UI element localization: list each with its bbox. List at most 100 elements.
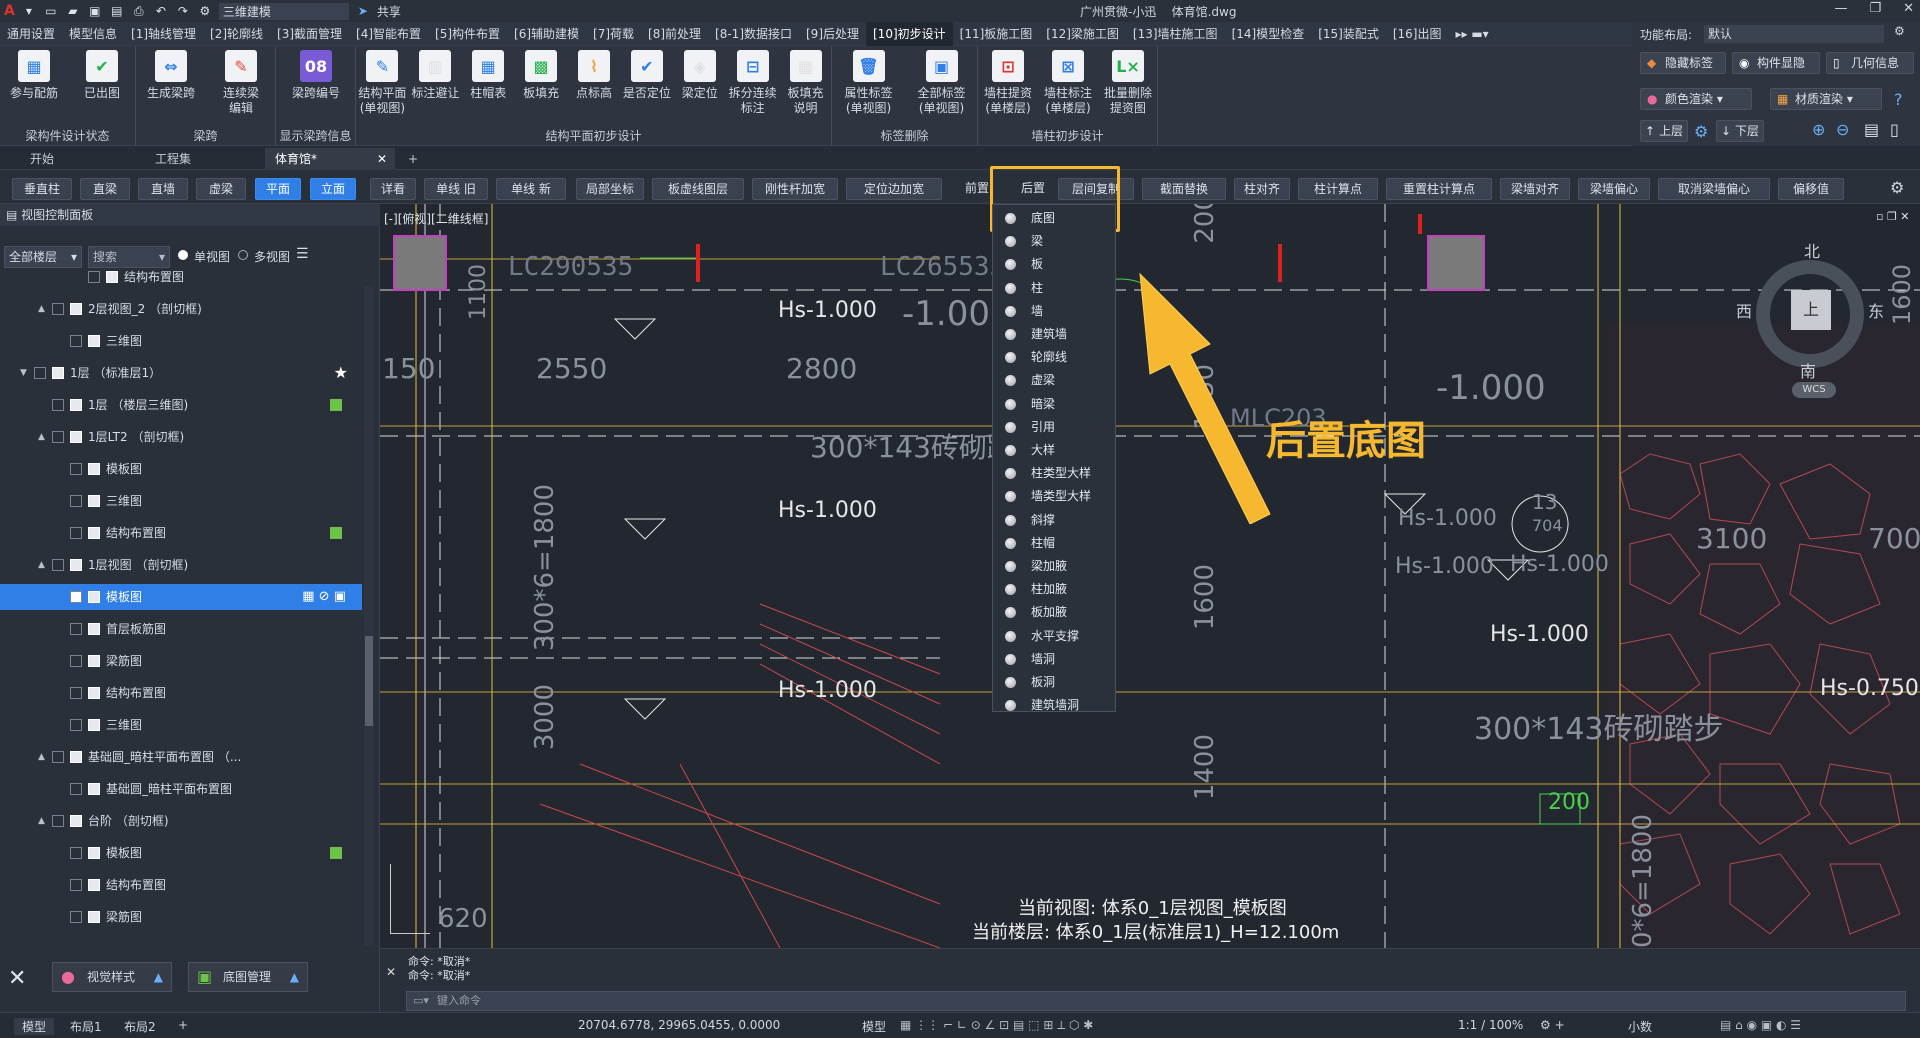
command-button[interactable]: 重置柱计算点 bbox=[1386, 178, 1492, 200]
ribbon-button[interactable]: ◈ 梁定位 bbox=[675, 50, 725, 101]
ribbon-button[interactable]: ▦ 参与配筋 bbox=[9, 50, 59, 101]
help-icon[interactable]: ? bbox=[1894, 90, 1903, 109]
menu-item[interactable]: [7]荷载 bbox=[586, 22, 641, 46]
dropdown-item[interactable]: 板洞 bbox=[993, 671, 1115, 694]
menu-item[interactable]: [6]辅助建模 bbox=[507, 22, 586, 46]
command-button[interactable]: 板虚线图层 bbox=[652, 178, 744, 200]
tab-gymnasium[interactable]: 体育馆* ✕ bbox=[265, 148, 395, 170]
share-button[interactable]: 共享 bbox=[377, 3, 401, 20]
panel-icon[interactable]: ▯ bbox=[1890, 120, 1899, 139]
command-button[interactable]: 单线 旧 bbox=[424, 178, 488, 200]
save-as-icon[interactable]: ▤ bbox=[109, 3, 125, 19]
dropdown-item[interactable]: 板 bbox=[993, 253, 1115, 276]
menu-overflow-icon[interactable]: ▸▸ ▬▾ bbox=[1448, 22, 1495, 46]
tree-checkbox[interactable] bbox=[52, 431, 64, 443]
expand-toggle-icon[interactable]: ▲ bbox=[38, 296, 45, 322]
command-button[interactable]: 柱计算点 bbox=[1298, 178, 1378, 200]
view-cube[interactable]: 上 北 南 东 西 WCS bbox=[1736, 238, 1886, 398]
ribbon-button[interactable]: ▦ 板填充 说明 bbox=[781, 50, 831, 116]
expand-toggle-icon[interactable]: ▼ bbox=[20, 360, 27, 386]
tree-item[interactable]: 首层板筋图 bbox=[0, 616, 362, 642]
dropdown-item[interactable]: 柱帽 bbox=[993, 532, 1115, 555]
ribbon-button[interactable]: 🗑 属性标签 (单视图) bbox=[844, 50, 894, 116]
tree-item[interactable]: 结构布置图 bbox=[0, 680, 362, 706]
command-button[interactable]: 详看 bbox=[370, 178, 416, 200]
status-icon[interactable] bbox=[330, 527, 342, 539]
model-space-toggle[interactable]: 模型 bbox=[862, 1018, 886, 1035]
dropdown-item[interactable]: 梁 bbox=[993, 230, 1115, 253]
tree-item[interactable]: 结构布置图 bbox=[0, 264, 362, 290]
tree-checkbox[interactable] bbox=[70, 335, 82, 347]
tree-checkbox[interactable] bbox=[70, 879, 82, 891]
dropdown-item[interactable]: 轮廓线 bbox=[993, 346, 1115, 369]
tree-item[interactable]: ▲ 基础圆_暗柱平面布置图 （... bbox=[0, 744, 362, 770]
dropdown-item[interactable]: 板加腋 bbox=[993, 601, 1115, 624]
command-button[interactable]: 直梁 bbox=[80, 178, 130, 200]
dropdown-item[interactable]: 建筑墙洞 bbox=[993, 694, 1115, 717]
tree-checkbox[interactable] bbox=[70, 847, 82, 859]
tree-checkbox[interactable] bbox=[52, 399, 64, 411]
command-button[interactable]: 取消梁墙偏心 bbox=[1658, 178, 1770, 200]
menu-item[interactable]: [5]构件布置 bbox=[428, 22, 507, 46]
command-button[interactable]: 前置 bbox=[944, 178, 994, 200]
tree-item[interactable]: 结构布置图 bbox=[0, 520, 362, 546]
workspace-select[interactable]: 三维建模 bbox=[218, 2, 349, 20]
dropdown-item[interactable]: 引用 bbox=[993, 416, 1115, 439]
close-icon[interactable]: ✕ bbox=[386, 965, 396, 979]
menu-item[interactable]: [16]出图 bbox=[1386, 22, 1449, 46]
tree-item[interactable]: 三维图 bbox=[0, 712, 362, 738]
tab-project-set[interactable]: 工程集 bbox=[145, 148, 235, 170]
command-button[interactable]: 柱对齐 bbox=[1234, 178, 1290, 200]
maximize-icon[interactable]: ❐ bbox=[1869, 1, 1881, 16]
command-button[interactable]: 直墙 bbox=[138, 178, 188, 200]
material-render-button[interactable]: ▦ 材质渲染 ▾ bbox=[1770, 88, 1882, 110]
layout-select[interactable]: 默认 bbox=[1704, 25, 1884, 43]
dropdown-item[interactable]: 柱类型大样 bbox=[993, 462, 1115, 485]
ribbon-button[interactable]: ⊡ 墙柱提资 (单楼层) bbox=[983, 50, 1033, 116]
dropdown-item[interactable]: 墙类型大样 bbox=[993, 485, 1115, 508]
ribbon-button[interactable]: ▩ 板填充 bbox=[516, 50, 566, 101]
tree-item[interactable]: ▲ 台阶 （剖切框) bbox=[0, 808, 362, 834]
dropdown-item[interactable]: 水平支撑 bbox=[993, 625, 1115, 648]
menu-item[interactable]: [9]后处理 bbox=[799, 22, 866, 46]
add-layout-icon[interactable]: + bbox=[178, 1018, 188, 1032]
ribbon-button[interactable]: ⊟ 拆分连续标注 bbox=[728, 50, 778, 116]
snap-tools-icons[interactable]: ▦ ⋮⋮ ⌐ ∟ ⊙ ∠ ⊡ ▤ ⬚ ⊞ ⟂ ⬡ ✱ bbox=[900, 1018, 1093, 1033]
toolbar-settings-icon[interactable]: ⚙ bbox=[1890, 178, 1904, 197]
menu-item[interactable]: [1]轴线管理 bbox=[124, 22, 203, 46]
redo-icon[interactable]: ↷ bbox=[175, 3, 191, 19]
close-icon[interactable]: ✕ bbox=[1903, 1, 1914, 16]
status-icon[interactable] bbox=[330, 847, 342, 859]
minimize-icon[interactable]: — bbox=[1834, 1, 1847, 16]
tree-checkbox[interactable] bbox=[70, 527, 82, 539]
tab-start[interactable]: 开始 bbox=[20, 148, 110, 170]
app-logo[interactable]: A bbox=[4, 3, 15, 19]
ribbon-button[interactable]: ✎ 连续梁 编辑 bbox=[216, 50, 266, 116]
layout-tab-2[interactable]: 布局2 bbox=[124, 1018, 156, 1035]
drawing-canvas[interactable]: [-][俯视][二维线框] ▫ ❐ ✕ LC290535 LC265535 Hs… bbox=[380, 204, 1920, 948]
command-button[interactable]: 梁墙偏心 bbox=[1578, 178, 1650, 200]
multi-view-radio[interactable] bbox=[238, 250, 248, 260]
new-tab-icon[interactable]: + bbox=[398, 148, 422, 170]
tree-checkbox[interactable] bbox=[88, 271, 100, 283]
tree-checkbox[interactable] bbox=[70, 623, 82, 635]
dropdown-item[interactable]: 柱加腋 bbox=[993, 578, 1115, 601]
tree-item[interactable]: 模板图 ▦ ⊘ ▣ bbox=[0, 584, 362, 610]
menu-item[interactable]: [4]智能布置 bbox=[349, 22, 428, 46]
layout-icon[interactable]: ▤ bbox=[1864, 120, 1879, 139]
print-icon[interactable]: ⎙ bbox=[131, 3, 147, 19]
menu-item[interactable]: [10]初步设计 bbox=[866, 21, 953, 46]
tree-item[interactable]: ▲ 2层视图_2 （剖切框) bbox=[0, 296, 362, 322]
component-visibility-button[interactable]: ◉ 构件显隐 bbox=[1732, 52, 1820, 74]
tree-item[interactable]: ▼ 1层 （标准层1） ★ bbox=[0, 360, 362, 386]
layout-tab-model[interactable]: 模型 bbox=[14, 1018, 55, 1035]
command-button[interactable]: 刚性杆加宽 bbox=[752, 178, 838, 200]
wcs-badge[interactable]: WCS bbox=[1792, 382, 1836, 398]
dropdown-item[interactable]: 底图 bbox=[993, 207, 1115, 230]
tree-item[interactable]: 三维图 bbox=[0, 328, 362, 354]
new-file-icon[interactable]: ▭ bbox=[43, 3, 59, 19]
upper-floor-button[interactable]: ↑ 上层 bbox=[1640, 120, 1688, 142]
dropdown-item[interactable]: 虚梁 bbox=[993, 369, 1115, 392]
star-icon[interactable]: ★ bbox=[334, 360, 348, 386]
tree-checkbox[interactable] bbox=[70, 911, 82, 923]
